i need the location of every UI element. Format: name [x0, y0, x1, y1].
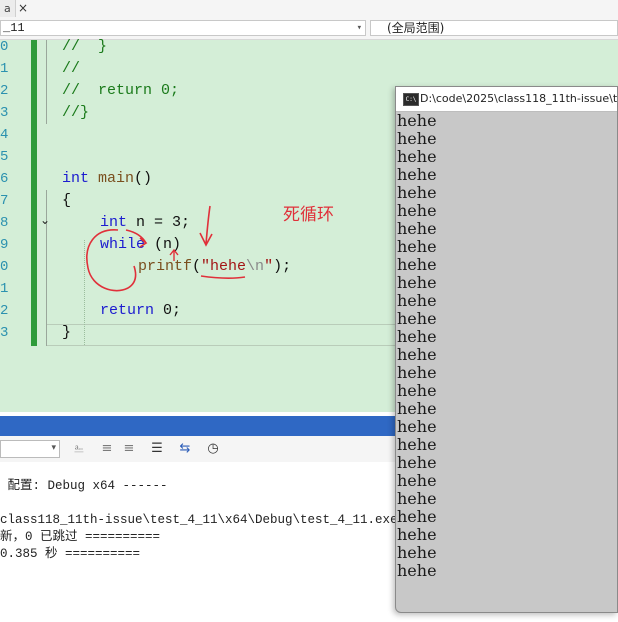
code-line: int n = 3; [100, 214, 191, 231]
down-arrow-stroke [205, 205, 211, 245]
line-number: 4 [0, 127, 9, 143]
console-output-line: hehe [397, 471, 437, 490]
line-number: 0 [0, 39, 9, 55]
console-output-line: hehe [397, 417, 437, 436]
down-arrow-head [199, 232, 213, 247]
console-output-line: hehe [397, 507, 437, 526]
console-output-line: hehe [397, 111, 437, 130]
line-number: 9 [0, 237, 9, 253]
console-output-line: hehe [397, 129, 437, 148]
output-source-dropdown[interactable]: ▾ [0, 440, 60, 458]
console-output-line: hehe [397, 435, 437, 454]
global-scope-label: (全局范围) [387, 21, 445, 35]
console-output-line: hehe [397, 345, 437, 364]
code-line: } [62, 324, 72, 341]
output-line: 配置: Debug x64 ------ [0, 479, 168, 493]
console-title: D:\code\2025\class118_11th-issue\test_4_ [420, 92, 618, 105]
change-tracking-bar [31, 40, 37, 346]
output-line: class118_11th-issue\test_4_11\x64\Debug\… [0, 513, 398, 527]
console-output: hehe hehe hehe hehe hehe hehe hehe hehe hehe hehe… [396, 111, 617, 580]
code-line: // [62, 60, 81, 77]
close-tab-icon[interactable]: × [18, 0, 28, 17]
line-number: 7 [0, 193, 9, 209]
current-line-highlight [47, 324, 397, 346]
line-number: 3 [0, 325, 9, 341]
code-line: // } [62, 38, 108, 55]
word-wrap-icon[interactable]: ☰ [148, 440, 166, 458]
console-output-line: hehe [397, 273, 437, 292]
clock-icon[interactable]: ◷ [204, 440, 222, 458]
line-number: 3 [0, 105, 9, 121]
line-number: 2 [0, 83, 9, 99]
console-output-line: hehe [397, 309, 437, 328]
line-number: 8 [0, 215, 9, 231]
find-icon[interactable]: ⎁ [70, 440, 88, 458]
console-output-line: hehe [397, 237, 437, 256]
output-line: 新，0 已跳过 ========== [0, 530, 161, 544]
project-scope-dropdown[interactable]: _11 ▾ [0, 20, 366, 36]
code-line: while (n) [100, 236, 182, 253]
indent-guide [84, 240, 85, 345]
console-window[interactable]: C:\ D:\code\2025\class118_11th-issue\tes… [395, 86, 618, 613]
console-output-line: hehe [397, 291, 437, 310]
line-number: 6 [0, 171, 9, 187]
console-output-line: hehe [397, 453, 437, 472]
console-output-line: hehe [397, 201, 437, 220]
console-output-line: hehe [397, 363, 437, 382]
code-line: { [62, 192, 72, 209]
console-output-line: hehe [397, 561, 437, 580]
console-output-line: hehe [397, 399, 437, 418]
line-number: 0 [0, 259, 9, 275]
tab-fragment[interactable]: a [0, 0, 16, 17]
console-app-icon: C:\ [403, 93, 419, 106]
line-number: 2 [0, 303, 9, 319]
code-line: return 0; [100, 302, 182, 319]
project-scope-label: _11 [3, 21, 25, 35]
output-line: 0.385 秒 ========== [0, 547, 141, 561]
code-line: // return 0; [62, 82, 180, 99]
console-output-line: hehe [397, 183, 437, 202]
line-number: 5 [0, 149, 9, 165]
console-output-line: hehe [397, 255, 437, 274]
tab-strip: a × [0, 0, 618, 18]
dropdown-arrow-icon: ▾ [356, 23, 362, 33]
align-right-icon[interactable]: ≡ [120, 440, 138, 458]
global-scope-dropdown[interactable]: (全局范围) [370, 20, 618, 36]
console-output-line: hehe [397, 543, 437, 562]
code-line: printf("hehe\n"); [138, 258, 292, 275]
collapse-chevron-icon[interactable]: ⌄ [38, 213, 52, 227]
handwritten-annotation: 死循环 [283, 205, 334, 225]
console-output-line: hehe [397, 219, 437, 238]
console-output-line: hehe [397, 525, 437, 544]
line-number: 1 [0, 61, 9, 77]
console-output-line: hehe [397, 381, 437, 400]
code-line: //} [62, 104, 90, 121]
console-output-line: hehe [397, 489, 437, 508]
ab-toggle-icon[interactable]: ⇆ [176, 440, 194, 458]
console-output-line: hehe [397, 327, 437, 346]
code-line: int main() [62, 170, 153, 187]
console-title-bar[interactable]: C:\ D:\code\2025\class118_11th-issue\tes… [396, 87, 618, 112]
console-output-line: hehe [397, 147, 437, 166]
line-number: 1 [0, 281, 9, 297]
align-left-icon[interactable]: ≡ [98, 440, 116, 458]
dropdown-arrow-icon: ▾ [51, 443, 56, 453]
console-output-line: hehe [397, 165, 437, 184]
outline-guide [46, 40, 47, 124]
